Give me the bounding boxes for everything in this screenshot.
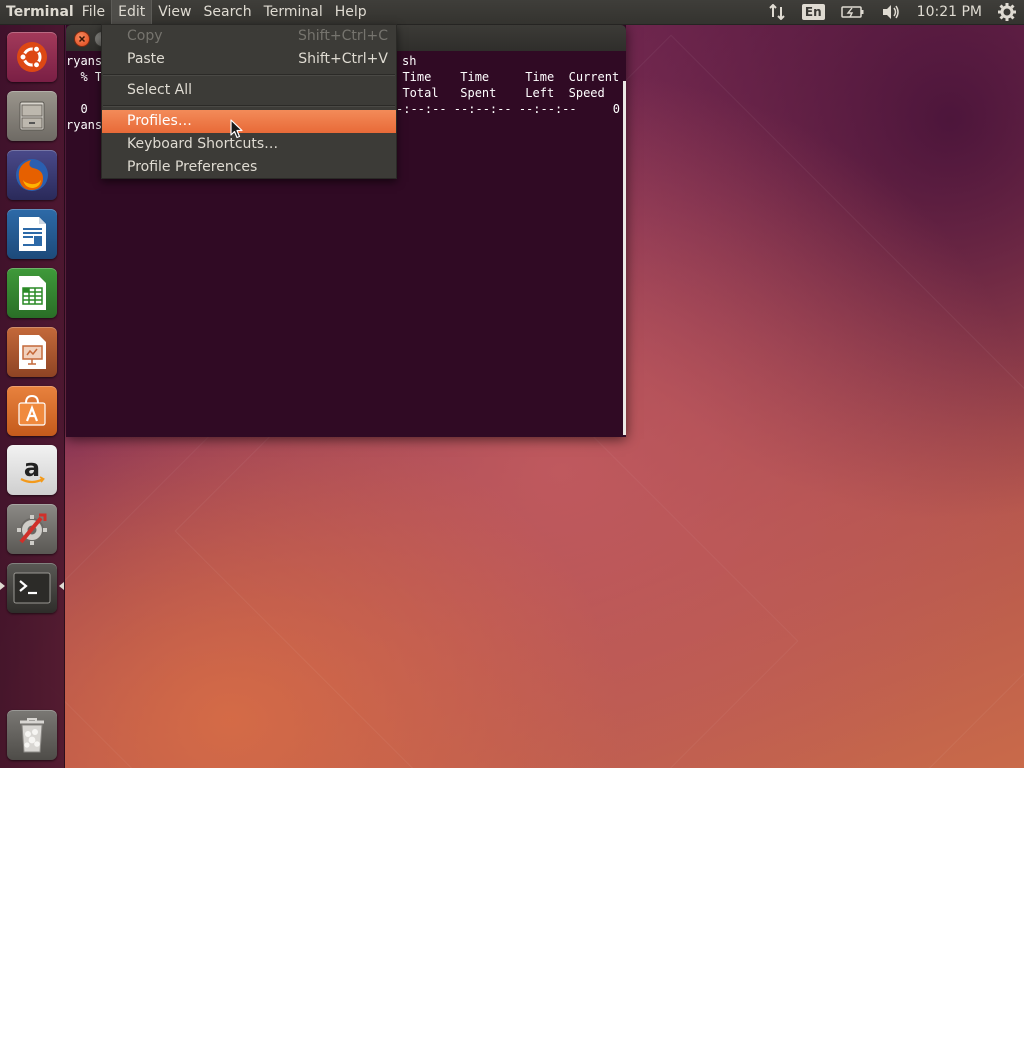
menu-item-label: Copy (127, 28, 163, 44)
language-badge: En (801, 4, 825, 20)
calc-spreadsheet-icon (19, 276, 46, 310)
trash-icon (20, 718, 44, 753)
menu-item-label: Profiles… (127, 113, 192, 129)
mouse-pointer-icon (230, 119, 243, 139)
launcher-dash-home[interactable] (7, 32, 57, 82)
app-title: Terminal (6, 4, 74, 20)
menu-item-select-all[interactable]: Select All (102, 79, 396, 102)
firefox-icon (16, 159, 48, 191)
menu-item-profiles[interactable]: Profiles… (102, 110, 396, 133)
terminal-line: ryans (66, 54, 103, 68)
clock[interactable]: 10:21 PM (909, 0, 990, 24)
focused-indicator (59, 582, 64, 590)
launcher-calc[interactable] (7, 268, 57, 318)
running-indicator (0, 582, 5, 590)
terminal-icon (13, 572, 51, 604)
file-cabinet-icon (19, 101, 45, 131)
terminal-line: -:--:-- --:--:-- --:--:-- 0 (396, 102, 620, 116)
menu-item-label: Select All (127, 82, 192, 98)
settings-gear-icon[interactable] (990, 0, 1024, 24)
terminal-line: % T (66, 70, 103, 84)
close-window-button[interactable] (74, 31, 90, 47)
terminal-scrollbar[interactable] (623, 81, 626, 435)
menu-edit[interactable]: Edit (111, 0, 153, 24)
system-settings-icon (17, 513, 47, 545)
battery-icon[interactable] (833, 0, 873, 24)
menu-search[interactable]: Search (198, 0, 258, 24)
launcher-files[interactable] (7, 91, 57, 141)
launcher-system-settings[interactable] (7, 504, 57, 554)
menu-terminal[interactable]: Terminal (258, 0, 329, 24)
menu-item-copy[interactable]: Copy Shift+Ctrl+C (102, 25, 396, 48)
close-icon (78, 35, 86, 43)
menu-item-accelerator: Shift+Ctrl+C (298, 28, 388, 44)
launcher-software-center[interactable] (7, 386, 57, 436)
menu-item-accelerator: Shift+Ctrl+V (298, 51, 388, 67)
terminal-line: ryans (66, 118, 103, 132)
launcher-trash[interactable] (7, 710, 57, 760)
launcher-amazon[interactable]: a (7, 445, 57, 495)
menu-view[interactable]: View (152, 0, 197, 24)
volume-icon[interactable] (873, 0, 909, 24)
svg-text:a: a (24, 454, 40, 482)
indicator-area: En 10:21 PM (760, 0, 1024, 24)
terminal-line: Time Time Time Current (388, 70, 620, 84)
top-panel: Terminal File Edit View Search Terminal … (0, 0, 1024, 25)
menu-item-label: Profile Preferences (127, 159, 258, 175)
launcher-firefox[interactable] (7, 150, 57, 200)
amazon-icon: a (20, 454, 45, 484)
keyboard-language-indicator[interactable]: En (794, 0, 833, 24)
menu-help[interactable]: Help (329, 0, 373, 24)
menu-item-paste[interactable]: Paste Shift+Ctrl+V (102, 48, 396, 71)
menu-file[interactable]: File (76, 0, 111, 24)
software-center-bag-icon (18, 394, 46, 426)
menu-item-label: Paste (127, 51, 165, 67)
edit-menu-dropdown: Copy Shift+Ctrl+C Paste Shift+Ctrl+V Sel… (101, 24, 397, 179)
impress-presentation-icon (19, 335, 46, 369)
launcher-terminal[interactable] (7, 563, 57, 613)
menu-item-profile-preferences[interactable]: Profile Preferences (102, 156, 396, 179)
menu-separator (103, 74, 395, 76)
ubuntu-logo-icon (17, 42, 47, 72)
terminal-line: Total Spent Left Speed (388, 86, 605, 100)
launcher-impress[interactable] (7, 327, 57, 377)
terminal-line: sh (402, 54, 417, 68)
writer-document-icon (19, 217, 46, 251)
menubar: File Edit View Search Terminal Help (76, 0, 373, 24)
menu-item-keyboard-shortcuts[interactable]: Keyboard Shortcuts… (102, 133, 396, 156)
terminal-line: 0 (66, 102, 88, 116)
network-icon[interactable] (760, 0, 794, 24)
menu-item-label: Keyboard Shortcuts… (127, 136, 279, 152)
menu-separator (103, 105, 395, 107)
launcher: a (0, 24, 65, 768)
launcher-writer[interactable] (7, 209, 57, 259)
